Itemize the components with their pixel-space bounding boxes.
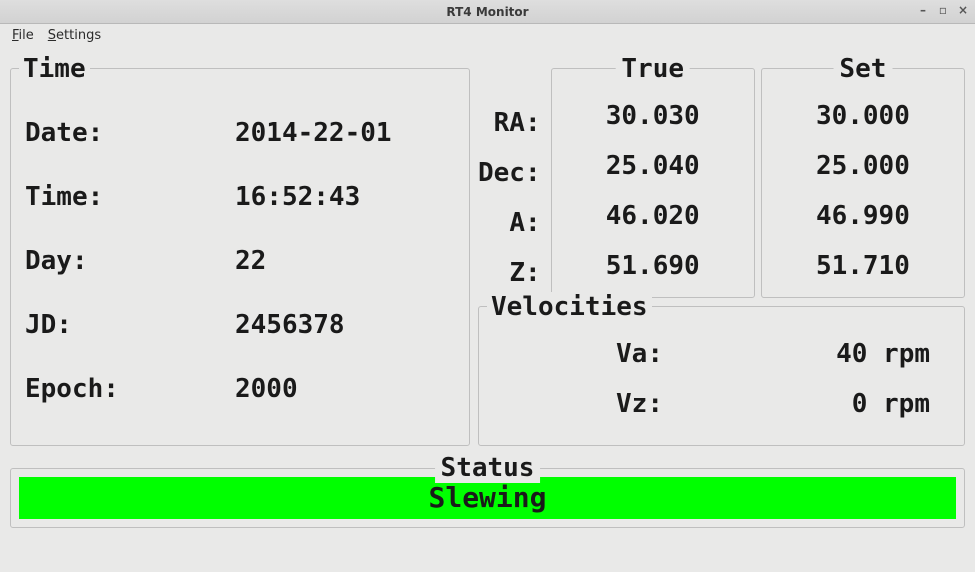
menu-file[interactable]: File [6,26,40,45]
set-dec-value: 25.000 [772,141,954,191]
day-value: 22 [235,246,266,276]
menu-file-rest: ile [19,28,34,43]
true-column: True 30.030 25.040 46.020 51.690 [551,68,755,298]
true-z-value: 51.690 [562,241,744,291]
velocities-title: Velocities [487,292,652,322]
date-value: 2014-22-01 [235,118,392,148]
vz-value: 0 rpm [673,389,950,419]
set-title: Set [833,54,892,84]
va-label: Va: [493,339,673,369]
menu-settings-rest: ettings [56,28,101,43]
dec-label: Dec: [478,148,541,198]
vz-label: Vz: [493,389,673,419]
true-title: True [615,54,690,84]
date-label: Date: [25,118,235,148]
maximize-icon[interactable]: ▫ [935,4,951,18]
epoch-value: 2000 [235,374,298,404]
jd-value: 2456378 [235,310,345,340]
close-icon[interactable]: × [955,4,971,18]
va-value: 40 rpm [673,339,950,369]
true-ra-value: 30.030 [562,91,744,141]
set-ra-value: 30.000 [772,91,954,141]
status-value: Slewing [19,477,956,519]
status-title: Status [435,453,541,483]
time-panel-title: Time [19,54,90,84]
menubar: File Settings [0,24,975,46]
window-title: RT4 Monitor [446,5,528,19]
status-panel: Status Slewing [10,468,965,528]
velocities-panel: Velocities Va: 40 rpm Vz: 0 rpm [478,306,965,446]
true-dec-value: 25.040 [562,141,744,191]
minimize-icon[interactable]: – [915,4,931,18]
ra-label: RA: [478,98,541,148]
set-z-value: 51.710 [772,241,954,291]
menu-settings[interactable]: Settings [42,26,107,45]
set-a-value: 46.990 [772,191,954,241]
time-panel: Time Date: 2014-22-01 Time: 16:52:43 Day… [10,68,470,446]
window-titlebar: RT4 Monitor – ▫ × [0,0,975,24]
coordinates-panel: RA: Dec: A: Z: True 30.030 25.040 46.020… [478,68,965,298]
a-label: A: [478,198,541,248]
day-label: Day: [25,246,235,276]
time-value: 16:52:43 [235,182,360,212]
z-label: Z: [478,248,541,298]
time-label: Time: [25,182,235,212]
true-a-value: 46.020 [562,191,744,241]
jd-label: JD: [25,310,235,340]
set-column: Set 30.000 25.000 46.990 51.710 [761,68,965,298]
content-area: Time Date: 2014-22-01 Time: 16:52:43 Day… [0,46,975,572]
epoch-label: Epoch: [25,374,235,404]
window-controls: – ▫ × [915,4,971,18]
